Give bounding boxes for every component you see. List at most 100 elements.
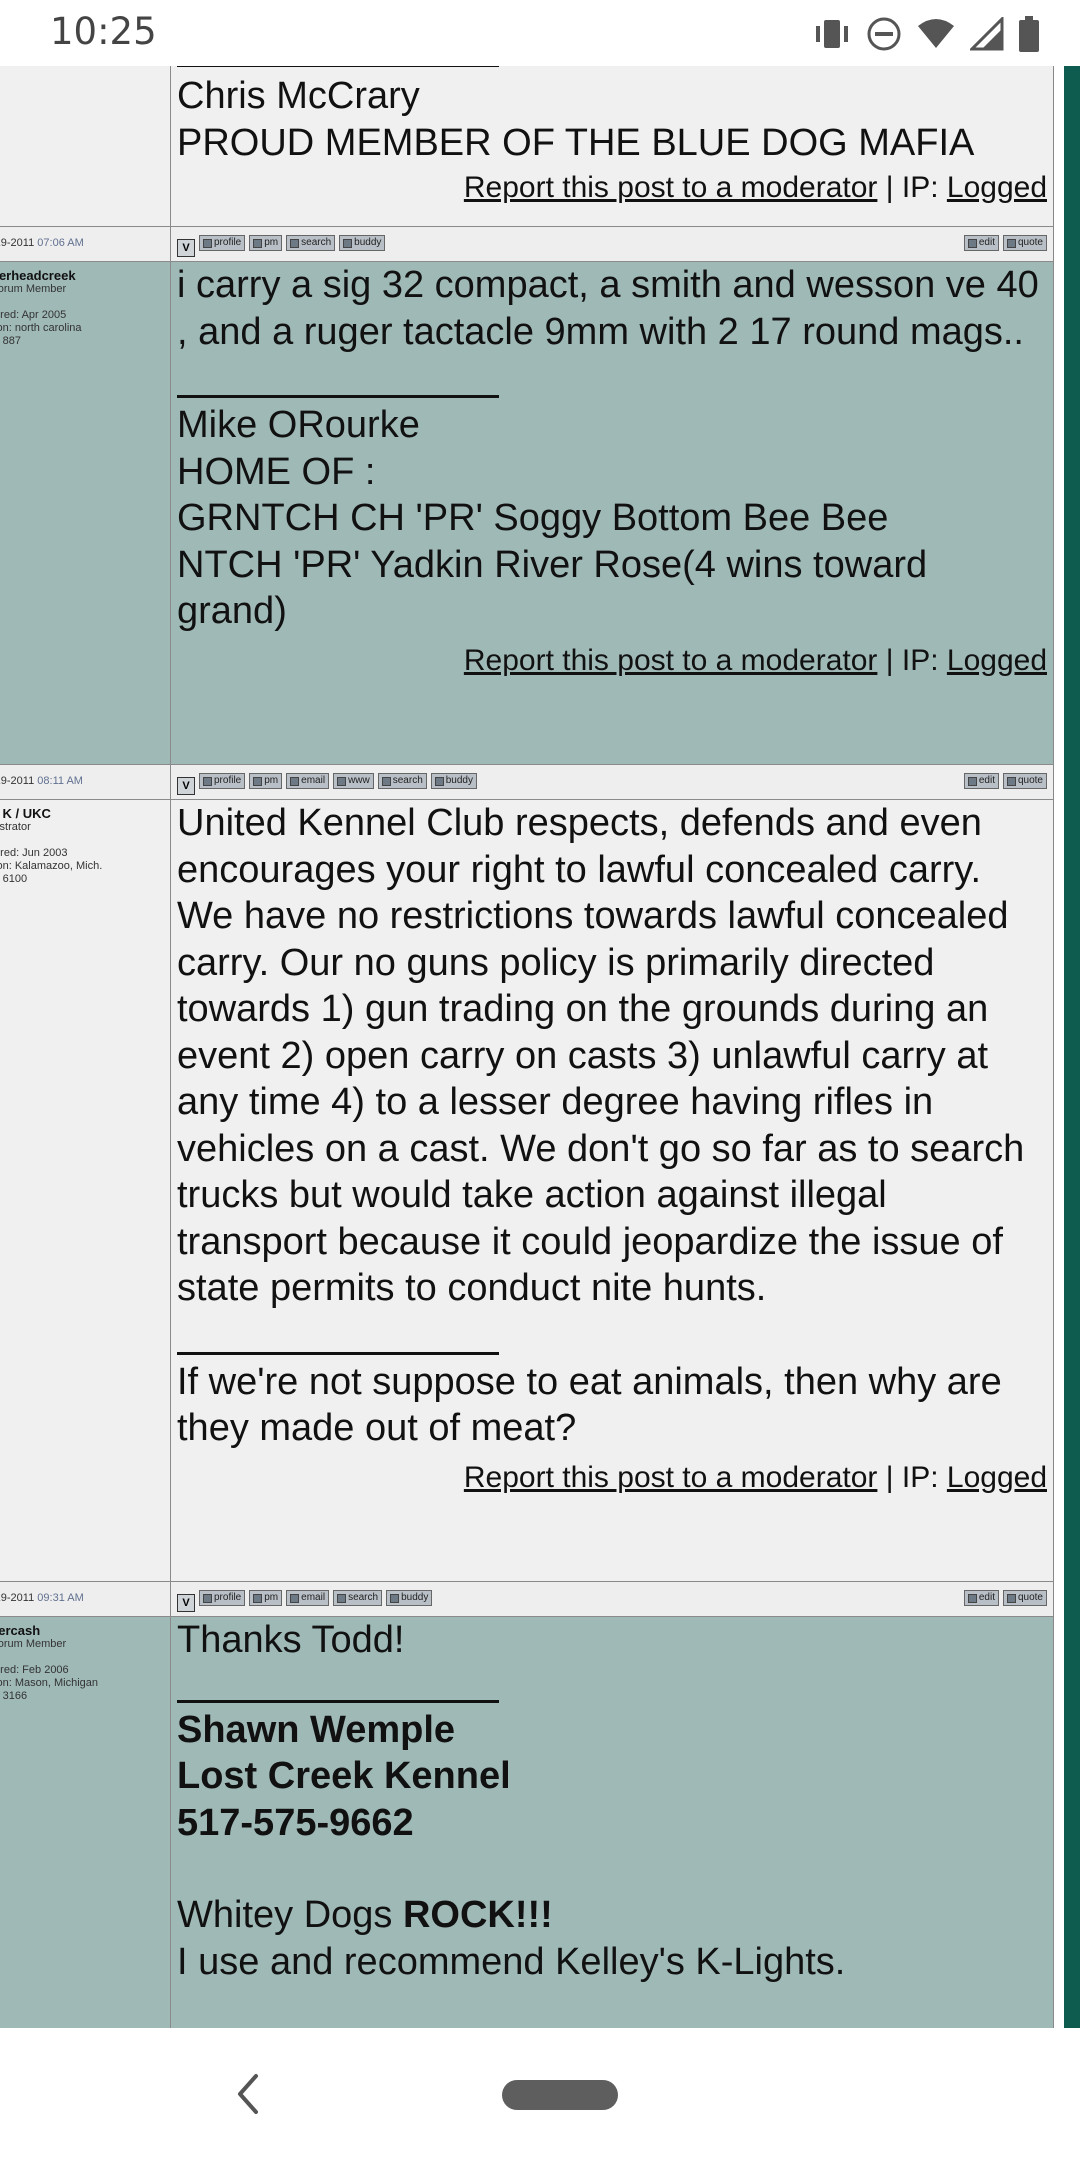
report-link[interactable]: Report this post to a moderator — [464, 1461, 878, 1494]
navigation-bar — [0, 2028, 1080, 2160]
profile-button[interactable]: profile — [199, 773, 246, 789]
report-link[interactable]: Report this post to a moderator — [464, 171, 878, 204]
signature-line: PROUD MEMBER OF THE BLUE DOG MAFIA — [177, 121, 975, 164]
post-datetime: -19-2011 09:31 AM — [0, 1582, 171, 1616]
button-label: email — [301, 775, 326, 786]
quote-button[interactable]: quote — [1002, 1590, 1047, 1606]
status-bar: 10:25 — [0, 0, 1080, 66]
pm-button[interactable]: pm — [249, 773, 283, 789]
signature-line: If we're not suppose to eat animals, the… — [177, 1360, 1002, 1450]
user-post-count: s: 6100 — [0, 873, 28, 885]
buddy-button[interactable]: buddy — [386, 1590, 433, 1606]
home-icon — [337, 776, 347, 786]
profile-icon — [203, 1593, 212, 1603]
pm-icon — [253, 238, 263, 248]
pm-icon — [253, 776, 263, 786]
logged-link[interactable]: Logged — [947, 644, 1047, 677]
forum-webview[interactable]: Chris McCrary PROUD MEMBER OF THE BLUE D… — [0, 66, 1080, 2028]
status-icons — [812, 14, 1040, 54]
signal-icon — [970, 17, 1004, 51]
post-date: -19-2011 — [0, 237, 35, 249]
user-post-count: s: 3166 — [0, 1690, 28, 1702]
signature-line: Chris McCrary — [177, 75, 420, 117]
post-row: kercash Forum Member tered: Feb 2006 tio… — [0, 1617, 1053, 2028]
post-date: -19-2011 — [0, 775, 35, 787]
signature-line: Mike ORourke — [177, 404, 420, 446]
post-body: United Kennel Club respects, defends and… — [177, 802, 1025, 1309]
post-row: perheadcreek Forum Member tered: Apr 200… — [0, 262, 1053, 765]
logged-link[interactable]: Logged — [947, 1461, 1047, 1494]
signature-divider — [177, 1699, 499, 1703]
buddy-button[interactable]: buddy — [339, 235, 386, 251]
quote-button[interactable]: quote — [1002, 773, 1047, 789]
buddy-button[interactable]: buddy — [430, 773, 477, 789]
logged-link[interactable]: Logged — [947, 171, 1047, 204]
post-time: 08:11 AM — [37, 775, 83, 787]
quote-button[interactable]: quote — [1002, 235, 1047, 251]
report-link[interactable]: Report this post to a moderator — [464, 644, 878, 677]
home-pill[interactable] — [502, 2080, 618, 2110]
search-button[interactable]: search — [333, 1590, 383, 1606]
signature-line: I use and recommend Kelley's K-Lights. — [177, 1940, 846, 1983]
search-icon — [290, 238, 300, 248]
edit-button[interactable]: edit — [963, 773, 999, 789]
post-datetime: -19-2011 07:06 AM — [0, 227, 171, 261]
email-icon — [290, 776, 300, 786]
profile-button[interactable]: profile — [199, 1590, 246, 1606]
profile-icon — [203, 238, 212, 248]
edit-icon — [967, 238, 977, 248]
button-label: pm — [264, 237, 279, 248]
clock: 10:25 — [50, 10, 157, 53]
username-link[interactable]: kercash — [0, 1623, 170, 1638]
pm-button[interactable]: pm — [249, 1590, 283, 1606]
view-ip-icon[interactable]: V — [177, 777, 195, 795]
scrollbar-track[interactable] — [1064, 66, 1080, 2028]
post-meta-row: -19-2011 07:06 AM V profile pm search bu… — [0, 227, 1053, 262]
user-location: tion: Kalamazoo, Mich. — [0, 860, 103, 872]
user-registered: tered: Apr 2005 — [0, 309, 67, 321]
search-button[interactable]: search — [286, 235, 336, 251]
pm-icon — [253, 1593, 263, 1603]
edit-button[interactable]: edit — [963, 235, 999, 251]
button-label: profile — [214, 1592, 242, 1603]
button-label: edit — [978, 237, 995, 248]
username-link[interactable]: perheadcreek — [0, 268, 170, 283]
button-label: search — [301, 237, 332, 248]
view-ip-icon[interactable]: V — [177, 1594, 195, 1612]
pm-button[interactable]: pm — [249, 235, 283, 251]
www-button[interactable]: www — [333, 773, 374, 789]
quote-icon — [1006, 238, 1016, 248]
signature-line: Shawn Wemple — [177, 1708, 456, 1751]
post-author-cell: kercash Forum Member tered: Feb 2006 tio… — [0, 1617, 171, 2028]
button-label: edit — [978, 775, 995, 786]
button-label: buddy — [445, 775, 473, 786]
user-location: tion: north carolina — [0, 322, 82, 334]
button-label: search — [348, 1592, 379, 1603]
user-post-count: s: 887 — [0, 335, 21, 347]
button-label: pm — [264, 1592, 279, 1603]
signature-line: HOME OF : — [177, 450, 376, 493]
email-button[interactable]: email — [286, 773, 330, 789]
view-ip-icon[interactable]: V — [177, 239, 195, 257]
search-button[interactable]: search — [377, 773, 427, 789]
signature-divider — [177, 66, 499, 67]
signature-line: NTCH 'PR' Yadkin River Rose(4 wins towar… — [177, 543, 928, 633]
post-author-cell: d K / UKC nistrator tered: Jun 2003 tion… — [0, 800, 171, 1581]
email-button[interactable]: email — [286, 1590, 330, 1606]
button-label: email — [301, 1592, 326, 1603]
post-row: d K / UKC nistrator tered: Jun 2003 tion… — [0, 800, 1053, 1582]
edit-button[interactable]: edit — [963, 1590, 999, 1606]
signature-divider — [177, 395, 499, 398]
username-link[interactable]: d K / UKC — [0, 806, 170, 821]
report-bar: Report this post to a moderator | IP: Lo… — [177, 1458, 1047, 1502]
post-author-cell — [0, 66, 171, 226]
email-icon — [290, 1593, 300, 1603]
search-icon — [381, 776, 391, 786]
post-author-cell: perheadcreek Forum Member tered: Apr 200… — [0, 262, 171, 764]
signature-text: Whitey Dogs — [177, 1894, 403, 1936]
battery-icon — [1019, 16, 1039, 52]
user-rank: Forum Member — [0, 283, 67, 295]
back-icon[interactable] — [228, 2064, 268, 2124]
post-time: 07:06 AM — [37, 237, 84, 249]
profile-button[interactable]: profile — [199, 235, 246, 251]
